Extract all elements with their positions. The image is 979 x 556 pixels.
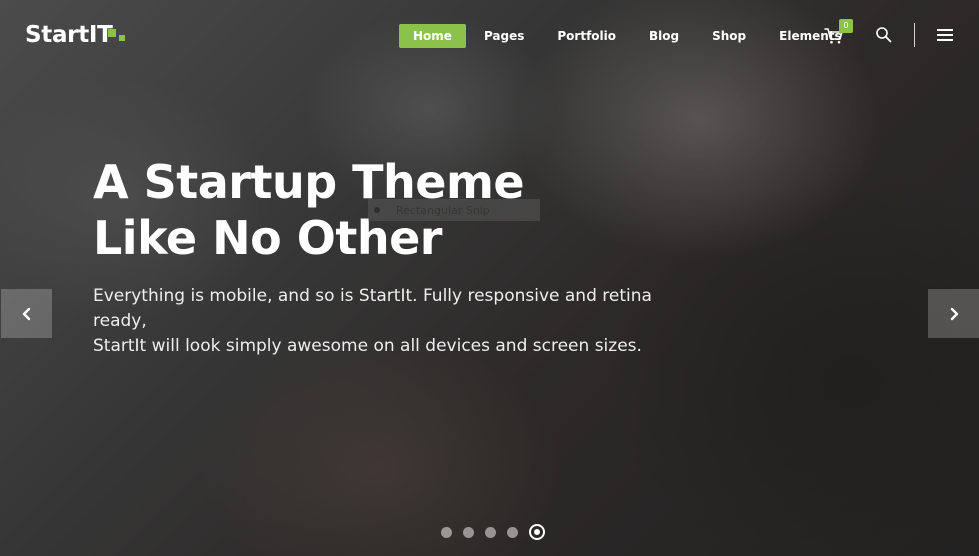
hero-slider: StartIT Home Pages Portfolio Blog Shop E… xyxy=(0,0,979,556)
main-navigation: StartIT Home Pages Portfolio Blog Shop E… xyxy=(0,0,979,72)
cart-count-badge: 0 xyxy=(839,19,853,33)
chevron-left-icon xyxy=(22,307,30,320)
subtext-line-2: StartIt will look simply awesome on all … xyxy=(93,336,642,356)
slider-pagination xyxy=(441,524,545,540)
nav-item-shop[interactable]: Shop xyxy=(712,24,746,48)
menu-icon[interactable] xyxy=(937,29,953,41)
logo-text[interactable]: StartIT xyxy=(25,22,113,48)
search-icon[interactable] xyxy=(875,26,893,44)
rectangular-snip-overlay: Rectangular Snip xyxy=(368,199,540,221)
nav-item-portfolio[interactable]: Portfolio xyxy=(557,24,616,48)
slider-dot-1[interactable] xyxy=(441,526,452,538)
nav-menu: Home Pages Portfolio Blog Shop Elements xyxy=(399,24,875,48)
slider-next-button[interactable] xyxy=(928,289,979,338)
nav-item-blog[interactable]: Blog xyxy=(649,24,679,48)
logo-mark-icon xyxy=(108,29,130,47)
chevron-right-icon xyxy=(950,307,958,320)
slider-dot-4[interactable] xyxy=(507,526,518,538)
subtext-line-1: Everything is mobile, and so is StartIt.… xyxy=(93,286,652,331)
snip-label: Rectangular Snip xyxy=(396,203,490,217)
slider-dot-3[interactable] xyxy=(485,526,496,538)
hero-subtext: Everything is mobile, and so is StartIt.… xyxy=(93,284,693,359)
snip-icon xyxy=(374,207,380,213)
nav-item-pages[interactable]: Pages xyxy=(484,24,524,48)
slider-prev-button[interactable] xyxy=(1,289,52,338)
nav-divider xyxy=(914,23,915,47)
slider-dot-2[interactable] xyxy=(463,526,474,538)
slider-dot-5-active[interactable] xyxy=(529,524,545,540)
nav-item-home[interactable]: Home xyxy=(399,24,466,48)
